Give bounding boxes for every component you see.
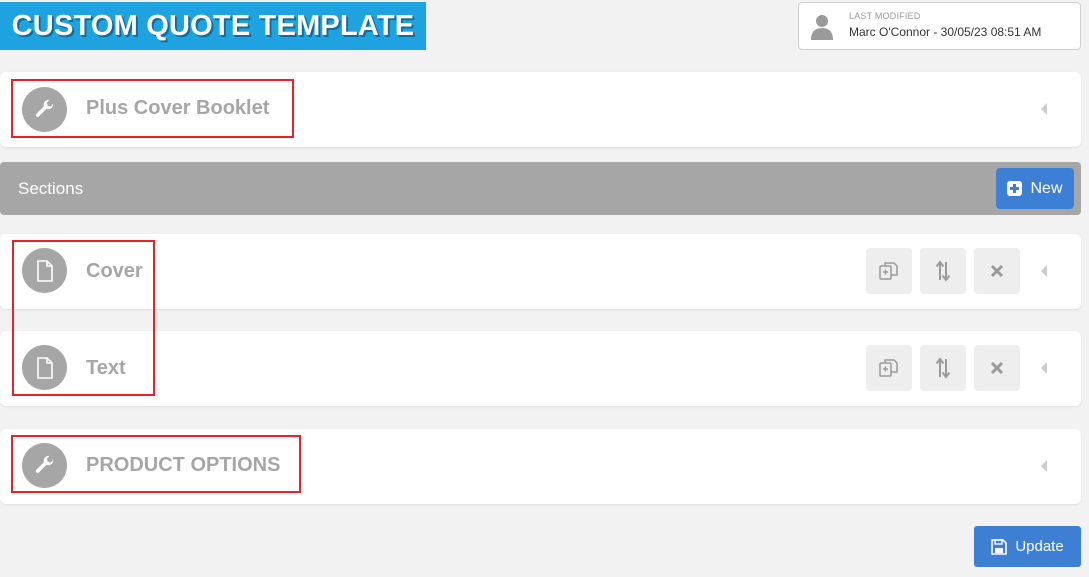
duplicate-button[interactable] xyxy=(866,248,912,294)
sections-bar: Sections New xyxy=(0,162,1081,215)
page-title: CUSTOM QUOTE TEMPLATE xyxy=(11,9,415,42)
update-button-label: Update xyxy=(1015,538,1064,555)
sort-arrows-icon xyxy=(935,357,951,379)
highlight-box xyxy=(11,435,301,493)
reorder-button[interactable] xyxy=(920,248,966,294)
delete-button[interactable] xyxy=(974,248,1020,294)
collapse-caret-icon[interactable] xyxy=(1041,103,1047,115)
save-icon xyxy=(991,538,1008,555)
close-icon xyxy=(990,361,1004,375)
reorder-button[interactable] xyxy=(920,345,966,391)
plus-square-icon xyxy=(1007,181,1023,196)
highlight-box xyxy=(11,79,294,138)
collapse-caret-icon[interactable] xyxy=(1041,362,1047,374)
last-modified-label: LAST MODIFIED xyxy=(849,11,921,21)
last-modified-box: LAST MODIFIED Marc O'Connor - 30/05/23 0… xyxy=(798,2,1081,50)
sections-label: Sections xyxy=(18,179,84,198)
collapse-caret-icon[interactable] xyxy=(1041,460,1047,472)
update-button[interactable]: Update xyxy=(974,526,1081,567)
copy-icon xyxy=(879,359,898,377)
copy-icon xyxy=(879,262,898,280)
new-button-label: New xyxy=(1030,179,1063,197)
collapse-caret-icon[interactable] xyxy=(1041,265,1047,277)
sort-arrows-icon xyxy=(935,260,951,282)
close-icon xyxy=(990,264,1004,278)
page-title-banner: CUSTOM QUOTE TEMPLATE xyxy=(0,2,426,50)
user-icon xyxy=(811,15,833,40)
delete-button[interactable] xyxy=(974,345,1020,391)
new-section-button[interactable]: New xyxy=(996,168,1074,209)
section-card-cover[interactable]: Cover xyxy=(0,234,1081,309)
highlight-box xyxy=(12,240,155,396)
section-card-text[interactable]: Text xyxy=(0,331,1081,406)
last-modified-value: Marc O'Connor - 30/05/23 08:51 AM xyxy=(849,25,1042,39)
duplicate-button[interactable] xyxy=(866,345,912,391)
